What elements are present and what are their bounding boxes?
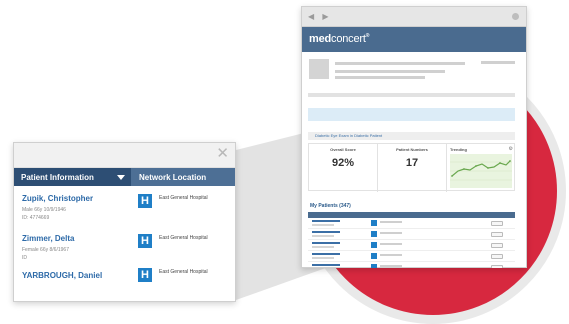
mini-table-row[interactable] bbox=[308, 262, 515, 268]
patient-demographics: Male 66y 10/9/1946 bbox=[22, 207, 66, 213]
placeholder-line bbox=[335, 62, 465, 65]
patient-location: East General Hospital bbox=[159, 195, 208, 201]
hospital-icon: H bbox=[138, 234, 152, 248]
header-patient-information[interactable]: Patient Information bbox=[14, 168, 131, 186]
chevron-down-icon[interactable] bbox=[117, 175, 125, 180]
metric-patients: Patient Numbers 17 bbox=[378, 144, 447, 192]
metric-title: Overall Score bbox=[330, 147, 356, 152]
hospital-icon: H bbox=[138, 268, 152, 282]
trending-title: Trending bbox=[450, 147, 467, 152]
placeholder-line bbox=[335, 76, 425, 79]
table-row[interactable]: YARBROUGH, Daniel H East General Hospita… bbox=[14, 266, 235, 301]
mini-patient-table bbox=[308, 212, 515, 268]
patient-name-link[interactable]: Zupik, Christopher bbox=[22, 194, 93, 203]
patient-id: ID bbox=[22, 255, 27, 261]
table-row[interactable]: Zupik, Christopher Male 66y 10/9/1946 ID… bbox=[14, 186, 235, 226]
browser-content: Diabetic Eye Exam in Diabetic Patient Ov… bbox=[301, 6, 527, 268]
trending-sparkline bbox=[450, 154, 512, 188]
header-label: Network Location bbox=[139, 173, 207, 182]
hospital-icon: H bbox=[138, 194, 152, 208]
patient-demographics: Female 66y 8/6/1967 bbox=[22, 247, 69, 253]
metric-trending: Trending ⚙ bbox=[447, 144, 516, 192]
patient-name-link[interactable]: YARBROUGH, Daniel bbox=[22, 271, 102, 280]
mini-table-row[interactable] bbox=[308, 251, 515, 262]
placeholder-line bbox=[335, 70, 445, 73]
metric-overall: Overall Score 92% bbox=[309, 144, 378, 192]
metric-value: 92% bbox=[331, 157, 355, 169]
mini-table-row[interactable] bbox=[308, 240, 515, 251]
patient-location: East General Hospital bbox=[159, 269, 208, 275]
mini-table-row[interactable] bbox=[308, 218, 515, 229]
gear-icon[interactable]: ⚙ bbox=[509, 146, 513, 152]
info-banner bbox=[308, 108, 515, 121]
patient-table-header: Patient Information Network Location bbox=[14, 168, 235, 186]
header-label: Patient Information bbox=[21, 173, 94, 182]
placeholder-bar bbox=[308, 93, 515, 97]
patient-name-link[interactable]: Zimmer, Delta bbox=[22, 234, 74, 243]
metric-title: Patient Numbers bbox=[396, 147, 428, 152]
header-network-location[interactable]: Network Location bbox=[131, 168, 235, 186]
table-row[interactable]: Zimmer, Delta Female 66y 8/6/1967 ID H E… bbox=[14, 226, 235, 266]
metric-value: 17 bbox=[405, 157, 419, 169]
measure-title[interactable]: Diabetic Eye Exam in Diabetic Patient bbox=[315, 133, 382, 138]
metrics-panel: Overall Score 92% Patient Numbers 17 Tre… bbox=[308, 143, 516, 192]
placeholder-line bbox=[481, 61, 515, 64]
zoomed-patient-panel: ✕ Patient Information Network Location Z… bbox=[13, 142, 236, 302]
mini-table-row[interactable] bbox=[308, 229, 515, 240]
zoom-panel-top: ✕ bbox=[14, 143, 235, 168]
close-icon[interactable]: ✕ bbox=[216, 146, 229, 161]
my-patients-title: My Patients (347) bbox=[310, 203, 351, 209]
profile-image-placeholder bbox=[309, 59, 329, 79]
patient-id: ID: 4774669 bbox=[22, 215, 50, 221]
patient-location: East General Hospital bbox=[159, 235, 208, 241]
